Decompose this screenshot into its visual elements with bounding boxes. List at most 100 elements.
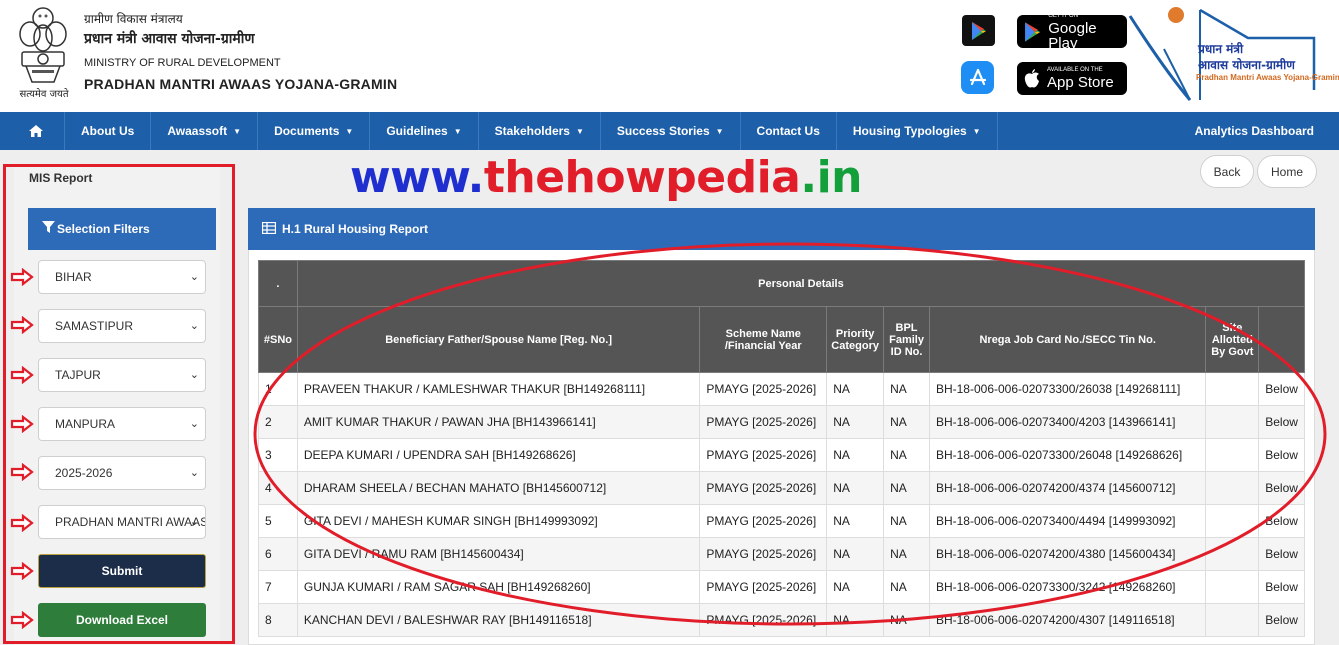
cell-bpl: NA: [883, 570, 930, 604]
table-row[interactable]: 7 GUNJA KUMARI / RAM SAGAR SAH [BH1492682…: [258, 570, 1305, 604]
cell-scheme: PMAYG [2025-2026]: [699, 438, 828, 472]
cell-scheme: PMAYG [2025-2026]: [699, 537, 828, 571]
app-store-small-text: Available on the: [1047, 67, 1103, 73]
cell-sno: 5: [258, 504, 298, 538]
table-row[interactable]: 6 GITA DEVI / RAMU RAM [BH145600434] PMAYG…: [258, 537, 1305, 571]
annotation-arrow-icon: [10, 463, 34, 481]
page: सत्यमेव जयते ग्रामीण विकास मंत्रालय प्रध…: [0, 0, 1339, 645]
app-store-icon[interactable]: [961, 61, 994, 94]
column-header-nrega: Nrega Job Card No./SECC Tin No.: [928, 306, 1207, 373]
back-button[interactable]: Back: [1200, 155, 1254, 188]
google-play-small-text: GET IT ON: [1048, 12, 1079, 19]
table-row[interactable]: 5 GITA DEVI / MAHESH KUMAR SINGH [BH14999…: [258, 504, 1305, 538]
group-header-dot: .: [258, 260, 298, 307]
logo-text-line1: प्रधान मंत्री: [1198, 42, 1244, 56]
cell-nrega: BH-18-006-006-02073300/26038 [149268111]: [928, 372, 1207, 406]
table-row[interactable]: 1 PRAVEEN THAKUR / KAMLESHWAR THAKUR [BH1…: [258, 372, 1305, 406]
nav-awaassoft-label: Awaassoft: [167, 124, 228, 138]
table-icon: [261, 221, 277, 237]
annotation-arrow-icon: [10, 366, 34, 384]
cell-site-allotted: [1205, 603, 1260, 637]
main-navbar: About Us Awaassoft ▼ Documents ▼ Guideline…: [0, 112, 1339, 150]
cell-bpl: NA: [883, 504, 930, 538]
nav-documents[interactable]: Documents ▼: [258, 112, 371, 150]
column-header-extra: [1258, 306, 1305, 373]
app-store-big-text: App Store: [1047, 74, 1114, 91]
cell-sno: 2: [258, 405, 298, 439]
cell-beneficiary: KANCHAN DEVI / BALESHWAR RAY [BH14911651…: [296, 603, 701, 637]
nav-success-stories[interactable]: Success Stories ▼: [601, 112, 741, 150]
cell-site-allotted: [1205, 537, 1260, 571]
annotation-arrow-icon: [10, 514, 34, 532]
home-button[interactable]: Home: [1257, 155, 1317, 188]
nav-housing-typologies[interactable]: Housing Typologies ▼: [837, 112, 998, 150]
cell-priority: NA: [826, 471, 885, 505]
table-row[interactable]: 8 KANCHAN DEVI / BALESHWAR RAY [BH1491165…: [258, 603, 1305, 637]
cell-scheme: PMAYG [2025-2026]: [699, 405, 828, 439]
cell-bpl: NA: [883, 438, 930, 472]
cell-bpl: NA: [883, 405, 930, 439]
cell-beneficiary: DEEPA KUMARI / UPENDRA SAH [BH149268626]: [296, 438, 701, 472]
nav-guidelines[interactable]: Guidelines ▼: [370, 112, 479, 150]
nav-guidelines-label: Guidelines: [386, 124, 448, 138]
cell-priority: NA: [826, 537, 885, 571]
cell-bpl: NA: [883, 537, 930, 571]
watermark-text: www.thehowpedia.in: [350, 152, 862, 203]
logo-text-line2: आवास योजना-ग्रामीण: [1198, 58, 1295, 72]
cell-bpl: NA: [883, 603, 930, 637]
annotation-arrow-icon: [10, 316, 34, 334]
nav-about-us[interactable]: About Us: [65, 112, 152, 150]
cell-sno: 3: [258, 438, 298, 472]
caret-down-icon: ▼: [715, 126, 724, 136]
app-store-badge[interactable]: Available on the App Store: [1017, 62, 1127, 95]
cell-sno: 6: [258, 537, 298, 571]
nav-contact-us[interactable]: Contact Us: [741, 112, 837, 150]
cell-sno: 7: [258, 570, 298, 604]
column-header-scheme: Scheme Name /Financial Year: [699, 306, 828, 373]
caret-down-icon: ▼: [575, 126, 584, 136]
cell-beneficiary: AMIT KUMAR THAKUR / PAWAN JHA [BH1439661…: [296, 405, 701, 439]
cell-extra: Below: [1258, 372, 1305, 406]
google-play-badge[interactable]: GET IT ON Google Play: [1017, 12, 1127, 52]
cell-sno: 4: [258, 471, 298, 505]
cell-nrega: BH-18-006-006-02073300/26048 [149268626]: [928, 438, 1207, 472]
cell-nrega: BH-18-006-006-02074200/4380 [145600434]: [928, 537, 1207, 571]
cell-extra: Below: [1258, 438, 1305, 472]
watermark-part2: thehowpedia: [483, 152, 801, 203]
table-row[interactable]: 2 AMIT KUMAR THAKUR / PAWAN JHA [BH143966…: [258, 405, 1305, 439]
cell-site-allotted: [1205, 570, 1260, 604]
cell-priority: NA: [826, 570, 885, 604]
cell-nrega: BH-18-006-006-02074200/4374 [145600712]: [928, 471, 1207, 505]
cell-extra: Below: [1258, 471, 1305, 505]
nav-contact-us-label: Contact Us: [756, 124, 820, 138]
nav-analytics-dashboard[interactable]: Analytics Dashboard: [1179, 112, 1339, 150]
home-icon: [29, 125, 43, 137]
cell-extra: Below: [1258, 603, 1305, 637]
ministry-english: MINISTRY OF RURAL DEVELOPMENT: [84, 57, 281, 69]
cell-beneficiary: PRAVEEN THAKUR / KAMLESHWAR THAKUR [BH14…: [296, 372, 701, 406]
table-row[interactable]: 4 DHARAM SHEELA / BECHAN MAHATO [BH145600…: [258, 471, 1305, 505]
cell-site-allotted: [1205, 471, 1260, 505]
nav-documents-label: Documents: [274, 124, 340, 138]
emblem-motto: सत्यमेव जयते: [19, 89, 69, 100]
nav-awaassoft[interactable]: Awaassoft ▼: [151, 112, 259, 150]
nav-home[interactable]: [0, 112, 65, 150]
scheme-english: PRADHAN MANTRI AWAAS YOJANA-GRAMIN: [84, 76, 398, 92]
google-play-big-text: Google Play: [1048, 19, 1097, 52]
cell-beneficiary: GITA DEVI / MAHESH KUMAR SINGH [BH149993…: [296, 504, 701, 538]
caret-down-icon: ▼: [453, 126, 462, 136]
cell-extra: Below: [1258, 504, 1305, 538]
report-table-wrapper[interactable]: . Personal Details #SNo Beneficiary Fath…: [258, 260, 1305, 645]
nav-housing-typologies-label: Housing Typologies: [852, 124, 967, 138]
cell-scheme: PMAYG [2025-2026]: [699, 603, 828, 637]
cell-nrega: BH-18-006-006-02074200/4307 [149116518]: [928, 603, 1207, 637]
cell-bpl: NA: [883, 372, 930, 406]
annotation-arrow-icon: [10, 415, 34, 433]
table-row[interactable]: 3 DEEPA KUMARI / UPENDRA SAH [BH149268626…: [258, 438, 1305, 472]
nav-stakeholders[interactable]: Stakeholders ▼: [479, 112, 601, 150]
cell-sno: 8: [258, 603, 298, 637]
nav-about-us-label: About Us: [81, 124, 135, 138]
google-play-icon[interactable]: [962, 15, 995, 46]
cell-extra: Below: [1258, 405, 1305, 439]
cell-bpl: NA: [883, 471, 930, 505]
